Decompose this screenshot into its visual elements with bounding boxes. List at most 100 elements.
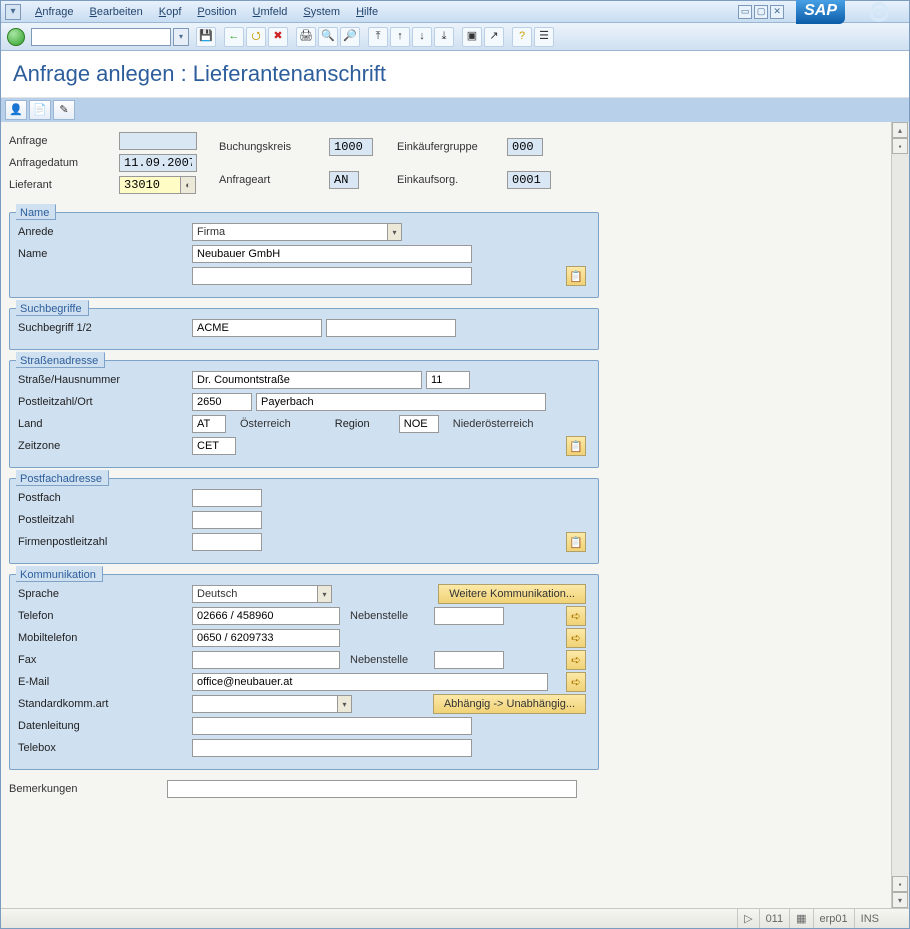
stdkomm-dropdown-icon[interactable]: ▾ (337, 696, 351, 712)
menu-system[interactable]: System (303, 6, 340, 18)
menu-kopf[interactable]: Kopf (159, 6, 182, 18)
new-session-button[interactable]: ▣ (462, 27, 482, 47)
okcode-dropdown[interactable]: ▾ (173, 28, 189, 46)
field-remarks[interactable] (167, 780, 577, 798)
field-anrede[interactable]: Firma ▾ (192, 223, 402, 241)
field-houseno[interactable] (426, 371, 470, 389)
field-mobil[interactable] (192, 629, 340, 647)
label-region: Region (335, 418, 395, 430)
next-page-button[interactable]: ↓ (412, 27, 432, 47)
field-land[interactable] (192, 415, 226, 433)
label-suchbegriff: Suchbegriff 1/2 (18, 322, 188, 334)
field-name1[interactable] (192, 245, 472, 263)
field-einkgrp[interactable] (507, 138, 543, 156)
menu-umfeld[interactable]: Umfeld (253, 6, 288, 18)
fax-more-button[interactable]: ➪ (566, 650, 586, 670)
app-btn-header[interactable]: 👤 (5, 100, 27, 120)
customize-button[interactable]: ☰ (534, 27, 554, 47)
lieferant-f4-button[interactable]: ◐ (180, 176, 196, 194)
app-btn-edit[interactable]: ✎ (53, 100, 75, 120)
prev-page-button[interactable]: ↑ (390, 27, 410, 47)
label-postfach: Postfach (18, 492, 188, 504)
window-maximize-icon[interactable]: ▢ (754, 5, 768, 19)
field-zeitzone[interactable] (192, 437, 236, 455)
exit-button[interactable]: ⭯ (246, 27, 266, 47)
field-anfrage[interactable] (119, 132, 197, 150)
field-anfrageart[interactable] (329, 171, 359, 189)
field-stdkomm[interactable]: ▾ (192, 695, 352, 713)
expand-street-button[interactable]: 📋 (566, 436, 586, 456)
cancel-button[interactable]: ✖ (268, 27, 288, 47)
field-ort[interactable] (256, 393, 546, 411)
label-nebenstelle-tel: Nebenstelle (350, 610, 430, 622)
okcode-input[interactable] (31, 28, 171, 46)
expand-pobox-button[interactable]: 📋 (566, 532, 586, 552)
field-suchbegriff2[interactable] (326, 319, 456, 337)
brand-ripple (849, 1, 909, 23)
field-email[interactable] (192, 673, 548, 691)
more-comm-button[interactable]: Weitere Kommunikation... (438, 584, 586, 604)
field-plz[interactable] (192, 393, 252, 411)
status-nav-icon[interactable]: ▷ (737, 909, 758, 928)
scroll-stop-bottom-icon[interactable]: ▪ (892, 876, 908, 892)
mobil-more-button[interactable]: ➪ (566, 628, 586, 648)
expand-name-button[interactable]: 📋 (566, 266, 586, 286)
window-close-icon[interactable]: ✕ (770, 5, 784, 19)
vertical-scrollbar[interactable]: ▴ ▪ ▪ ▾ (891, 122, 909, 908)
telefon-more-button[interactable]: ➪ (566, 606, 586, 626)
enter-button[interactable] (7, 28, 25, 46)
field-dataline[interactable] (192, 717, 472, 735)
scroll-up-icon[interactable]: ▴ (892, 122, 908, 138)
label-remarks: Bemerkungen (9, 783, 163, 795)
help-button[interactable]: ? (512, 27, 532, 47)
field-fax[interactable] (192, 651, 340, 669)
back-button[interactable]: ← (224, 27, 244, 47)
scroll-stop-top-icon[interactable]: ▪ (892, 138, 908, 154)
status-doc-icon[interactable]: ▦ (789, 909, 812, 928)
menu-position[interactable]: Position (197, 6, 236, 18)
sprache-dropdown-icon[interactable]: ▾ (317, 586, 331, 602)
print-button[interactable]: 🖨 (296, 27, 316, 47)
email-more-button[interactable]: ➪ (566, 672, 586, 692)
field-fax-ext[interactable] (434, 651, 504, 669)
menu-anfrage[interactable]: Anfrage (35, 6, 74, 18)
field-einkorg[interactable] (507, 171, 551, 189)
field-region[interactable] (399, 415, 439, 433)
field-telebox[interactable] (192, 739, 472, 757)
field-tel-ext[interactable] (434, 607, 504, 625)
field-lieferant[interactable] (119, 176, 181, 194)
label-mobil: Mobiltelefon (18, 632, 188, 644)
save-button[interactable]: 💾 (196, 27, 216, 47)
field-sprache[interactable]: Deutsch ▾ (192, 585, 332, 603)
menu-bearbeiten[interactable]: Bearbeiten (90, 6, 143, 18)
label-dataline: Datenleitung (18, 720, 188, 732)
shortcut-button[interactable]: ↗ (484, 27, 504, 47)
field-pf-plz[interactable] (192, 511, 262, 529)
label-anrede: Anrede (18, 226, 188, 238)
first-page-button[interactable]: ⤒ (368, 27, 388, 47)
system-menu-icon[interactable]: ▾ (5, 4, 21, 20)
abhaengig-button[interactable]: Abhängig -> Unabhängig... (433, 694, 586, 714)
field-name2[interactable] (192, 267, 472, 285)
group-title-comm: Kommunikation (16, 566, 103, 582)
field-street[interactable] (192, 371, 422, 389)
group-title-search: Suchbegriffe (16, 300, 89, 316)
find-button[interactable]: 🔍 (318, 27, 338, 47)
field-telefon[interactable] (192, 607, 340, 625)
label-anfrageart: Anfrageart (219, 174, 329, 186)
field-firmplz[interactable] (192, 533, 262, 551)
last-page-button[interactable]: ⤓ (434, 27, 454, 47)
field-anfragedatum[interactable] (119, 154, 197, 172)
label-plz-ort: Postleitzahl/Ort (18, 396, 188, 408)
anrede-dropdown-icon[interactable]: ▾ (387, 224, 401, 240)
label-telefon: Telefon (18, 610, 188, 622)
menu-hilfe[interactable]: Hilfe (356, 6, 378, 18)
field-buchungskreis[interactable] (329, 138, 373, 156)
app-btn-item[interactable]: 📄 (29, 100, 51, 120)
field-suchbegriff1[interactable] (192, 319, 322, 337)
status-insert-mode: INS (854, 909, 885, 928)
scroll-down-icon[interactable]: ▾ (892, 892, 908, 908)
find-next-button[interactable]: 🔎 (340, 27, 360, 47)
window-minimize-icon[interactable]: ▭ (738, 5, 752, 19)
field-postfach[interactable] (192, 489, 262, 507)
